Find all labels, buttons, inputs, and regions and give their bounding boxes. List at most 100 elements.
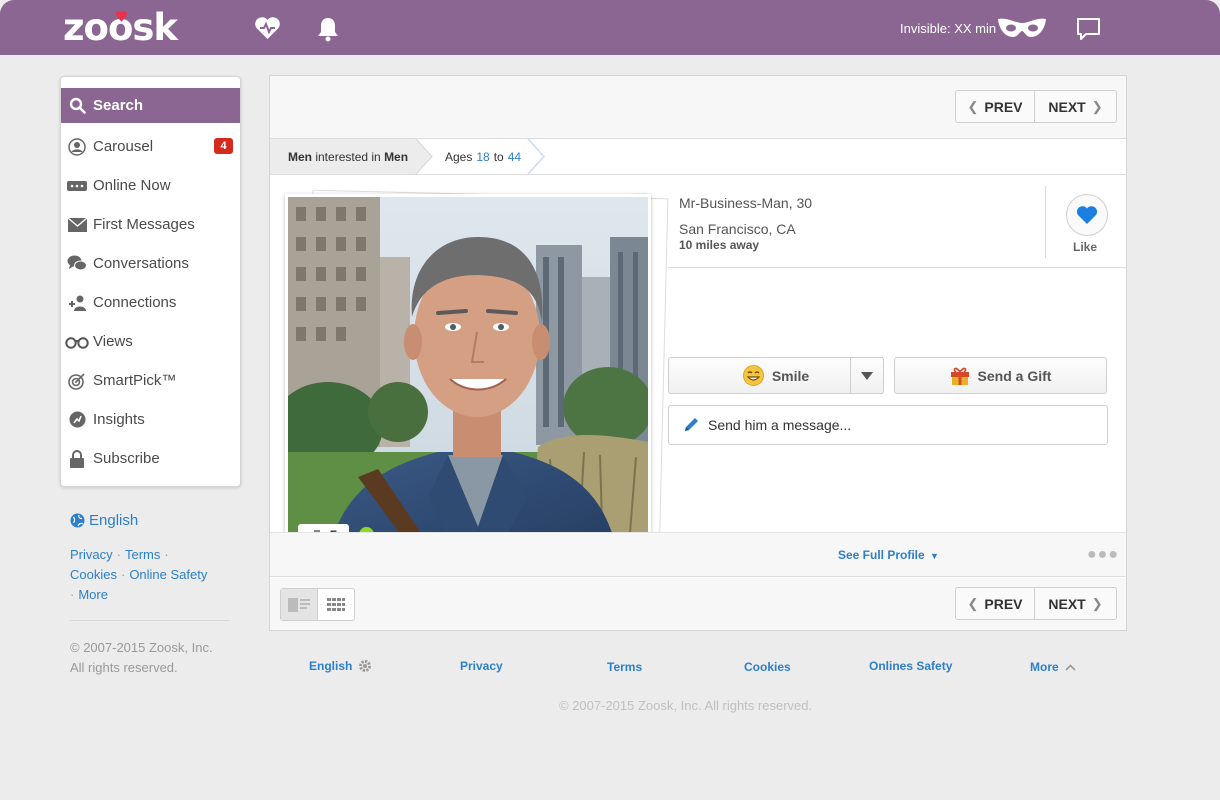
sidebar-copyright: © 2007-2015 Zoosk, Inc. All rights reser… xyxy=(70,638,213,678)
footer-cookies-link[interactable]: Cookies xyxy=(744,660,791,674)
sidebar-item-connections[interactable]: Connections xyxy=(61,283,240,322)
single-view-button[interactable] xyxy=(281,589,318,620)
age-max: 44 xyxy=(507,149,522,164)
heart-check-icon[interactable] xyxy=(254,16,281,40)
smile-emoji-icon xyxy=(742,365,764,386)
footer-language-label: English xyxy=(309,659,353,673)
info-divider xyxy=(668,267,1126,268)
heart-icon xyxy=(1076,206,1098,224)
footer-language-link[interactable]: English xyxy=(309,659,372,673)
footer-privacy-link[interactable]: Privacy xyxy=(460,659,503,673)
connections-icon xyxy=(61,294,93,311)
profile-info: Mr-Business-Man, 30 San Francisco, CA 10… xyxy=(679,195,812,252)
photo-stack: 5 xyxy=(285,186,669,565)
sidebar-item-insights[interactable]: Insights xyxy=(61,400,240,439)
chat-bubble-icon[interactable] xyxy=(1076,17,1101,41)
like-divider xyxy=(1045,186,1046,258)
sidebar-item-label: Insights xyxy=(93,411,145,428)
next-button[interactable]: NEXT ❯ xyxy=(1035,588,1116,619)
more-link[interactable]: More xyxy=(78,587,108,602)
see-full-profile-link[interactable]: See Full Profile ▼ xyxy=(838,548,939,562)
search-filter-bar: Men interested in Men Ages 18 to 44 xyxy=(270,139,1126,175)
language-selector[interactable]: English xyxy=(70,512,138,529)
more-options-icon[interactable]: ●●● xyxy=(1087,546,1119,564)
insights-icon xyxy=(61,411,93,428)
footer-copyright: © 2007-2015 Zoosk, Inc. All rights reser… xyxy=(559,698,813,713)
top-bar: zoosk Invisible: XX min xyxy=(0,0,1220,55)
prev-label: PREV xyxy=(984,98,1023,115)
message-placeholder: Send him a message... xyxy=(708,417,852,433)
full-profile-label: See Full Profile xyxy=(838,548,925,562)
invisible-status[interactable]: Invisible: XX min xyxy=(900,21,996,36)
profile-name-age[interactable]: Mr-Business-Man, 30 xyxy=(679,195,812,211)
mask-icon[interactable] xyxy=(997,17,1047,39)
sidebar-item-views[interactable]: Views xyxy=(61,322,240,361)
sidebar-item-label: Views xyxy=(93,333,133,350)
sidebar-item-label: Online Now xyxy=(93,177,171,194)
glasses-icon xyxy=(61,335,93,349)
prev-button[interactable]: ❮ PREV xyxy=(956,91,1035,122)
sidebar-item-subscribe[interactable]: Subscribe xyxy=(61,439,240,478)
smile-dropdown-button[interactable] xyxy=(850,357,884,394)
gear-icon xyxy=(359,660,372,672)
view-toggle xyxy=(280,588,355,621)
pager-bottom: ❮ PREV NEXT ❯ xyxy=(955,587,1117,620)
like-button[interactable] xyxy=(1066,194,1108,236)
app-window: zoosk Invisible: XX min Search Carousel … xyxy=(0,0,1220,800)
online-safety-link[interactable]: Online Safety xyxy=(129,567,207,582)
card-footer: See Full Profile ▼ ●●● xyxy=(270,532,1126,577)
chevron-up-icon xyxy=(1065,663,1076,671)
envelope-icon xyxy=(61,217,93,232)
grid-view-icon xyxy=(326,597,345,611)
sidebar-item-first-messages[interactable]: First Messages xyxy=(61,205,240,244)
footer-more-link[interactable]: More xyxy=(1030,660,1076,674)
gender-filter[interactable]: Men interested in Men xyxy=(270,139,430,174)
language-label: English xyxy=(89,512,139,529)
cookies-link[interactable]: Cookies xyxy=(70,567,117,582)
bell-icon[interactable] xyxy=(317,16,339,42)
conversations-icon xyxy=(61,255,93,272)
message-input[interactable]: Send him a message... xyxy=(668,405,1108,445)
profile-photo[interactable]: 5 xyxy=(285,194,651,559)
next-label: NEXT xyxy=(1048,595,1086,612)
gender-value: Men xyxy=(288,149,312,164)
single-view-icon xyxy=(287,597,310,612)
age-min: 18 xyxy=(476,149,490,164)
prev-label: PREV xyxy=(984,595,1023,612)
caret-down-icon xyxy=(861,371,873,380)
chevron-left-icon: ❮ xyxy=(967,595,979,611)
sidebar-item-label: Conversations xyxy=(93,255,189,272)
online-icon xyxy=(61,180,93,192)
age-filter[interactable]: Ages 18 to 44 xyxy=(445,139,525,174)
panel-footer: ❮ PREV NEXT ❯ xyxy=(270,578,1126,630)
sidebar-item-conversations[interactable]: Conversations xyxy=(61,244,240,283)
portrait-image xyxy=(288,197,648,556)
sidebar-item-online-now[interactable]: Online Now xyxy=(61,166,240,205)
ages-to: to xyxy=(493,149,504,164)
prev-button[interactable]: ❮ PREV xyxy=(956,588,1035,619)
gender-connector: interested in xyxy=(315,149,381,164)
sidebar-item-smartpick[interactable]: SmartPick™ xyxy=(61,361,240,400)
terms-link[interactable]: Terms xyxy=(125,547,160,562)
sidebar-item-search[interactable]: Search xyxy=(61,88,240,123)
sidebar-item-label: Connections xyxy=(93,294,177,311)
chevron-right-icon: ❯ xyxy=(1091,98,1103,114)
rights-line: All rights reserved. xyxy=(70,660,178,675)
carousel-icon xyxy=(61,137,93,156)
carousel-count-badge: 4 xyxy=(214,138,233,154)
sidebar-item-label: Subscribe xyxy=(93,450,160,467)
smile-label: Smile xyxy=(771,367,810,384)
next-button[interactable]: NEXT ❯ xyxy=(1035,91,1116,122)
send-gift-button[interactable]: Send a Gift xyxy=(894,357,1107,394)
sidebar-item-label: First Messages xyxy=(93,216,195,233)
sidebar-item-carousel[interactable]: Carousel 4 xyxy=(61,127,240,166)
footer-terms-link[interactable]: Terms xyxy=(607,660,642,674)
footer-online-safety-link[interactable]: Onlines Safety xyxy=(869,659,952,673)
gift-label: Send a Gift xyxy=(977,367,1052,384)
sidebar-item-label: Carousel xyxy=(93,138,154,155)
grid-view-button[interactable] xyxy=(318,589,355,620)
privacy-link[interactable]: Privacy xyxy=(70,547,113,562)
caret-down-icon: ▼ xyxy=(930,551,939,561)
copyright-line: © 2007-2015 Zoosk, Inc. xyxy=(70,640,213,655)
ages-label: Ages xyxy=(445,149,473,164)
